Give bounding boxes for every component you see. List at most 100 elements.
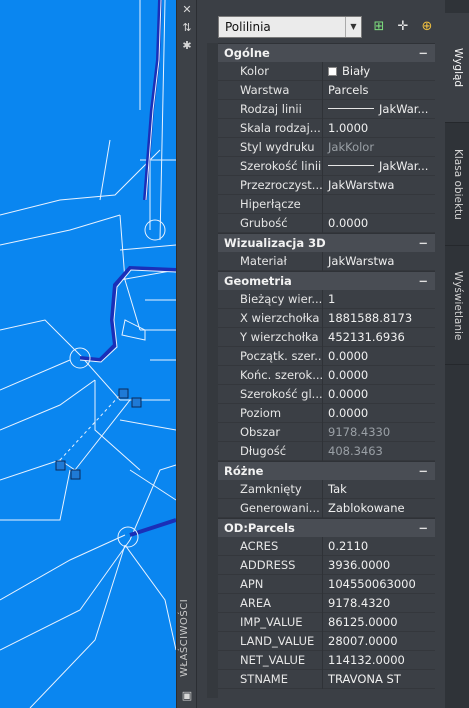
section-header[interactable]: Geometria − bbox=[218, 271, 435, 290]
property-row[interactable]: Bieżący wier... 1 bbox=[218, 290, 435, 309]
pickadd-toggle-icon[interactable]: ⊕ bbox=[418, 18, 436, 36]
tab-appearance[interactable]: Wygląd bbox=[445, 13, 469, 123]
property-name: AREA bbox=[218, 594, 323, 613]
palette-menu-icon[interactable]: ▣ bbox=[181, 690, 193, 702]
property-value[interactable]: 0.0000 bbox=[323, 385, 435, 404]
property-value[interactable]: JakWarstwa bbox=[323, 252, 435, 271]
property-value[interactable]: 3936.0000 bbox=[323, 556, 435, 575]
property-row[interactable]: Hiperłącze bbox=[218, 195, 435, 214]
property-row[interactable]: Skala rodzaj... 1.0000 bbox=[218, 119, 435, 138]
property-value[interactable]: TRAVONA ST bbox=[323, 670, 435, 689]
property-value-text: 0.0000 bbox=[328, 368, 369, 382]
section-header[interactable]: Różne − bbox=[218, 461, 435, 480]
property-row[interactable]: Poziom 0.0000 bbox=[218, 404, 435, 423]
palette-toolbar: Polilinia ▼ ⊞ ✛ ⊕ bbox=[198, 13, 445, 43]
quick-select-icon[interactable]: ⊞ bbox=[370, 18, 388, 36]
property-row[interactable]: Zamknięty Tak bbox=[218, 480, 435, 499]
property-row[interactable]: Y wierzchołka 452131.6936 bbox=[218, 328, 435, 347]
property-value[interactable]: 1.0000 bbox=[323, 119, 435, 138]
property-row[interactable]: X wierzchołka 1881588.8173 bbox=[218, 309, 435, 328]
property-value[interactable]: 0.2110 bbox=[323, 537, 435, 556]
property-value[interactable] bbox=[323, 195, 435, 214]
property-value-text: 408.3463 bbox=[328, 444, 383, 458]
collapse-icon[interactable]: − bbox=[418, 44, 428, 63]
property-name: Warstwa bbox=[218, 81, 323, 100]
property-name: NET_VALUE bbox=[218, 651, 323, 670]
property-row[interactable]: STNAME TRAVONA ST bbox=[218, 670, 435, 689]
property-row[interactable]: ADDRESS 3936.0000 bbox=[218, 556, 435, 575]
palette-titlebar[interactable]: ✕ ⇅ ✱ WŁAŚCIWOŚCI ▣ bbox=[177, 0, 197, 708]
property-value[interactable]: 9178.4320 bbox=[323, 594, 435, 613]
property-row[interactable]: Przezroczyst... JakWarstwa bbox=[218, 176, 435, 195]
section-header[interactable]: Wizualizacja 3D − bbox=[218, 233, 435, 252]
property-row[interactable]: LAND_VALUE 28007.0000 bbox=[218, 632, 435, 651]
property-value[interactable]: 0.0000 bbox=[323, 366, 435, 385]
property-value[interactable]: Zablokowane bbox=[323, 499, 435, 518]
collapse-icon[interactable]: − bbox=[418, 234, 428, 253]
property-row[interactable]: Początk. szer... 0.0000 bbox=[218, 347, 435, 366]
collapse-icon[interactable]: − bbox=[418, 272, 428, 291]
property-value[interactable]: Tak bbox=[323, 480, 435, 499]
property-name: Kolor bbox=[218, 62, 323, 81]
property-row[interactable]: Warstwa Parcels bbox=[218, 81, 435, 100]
property-value[interactable]: 0.0000 bbox=[323, 347, 435, 366]
property-value[interactable]: 0.0000 bbox=[323, 404, 435, 423]
property-value[interactable]: Biały bbox=[323, 62, 435, 81]
property-name: Początk. szer... bbox=[218, 347, 323, 366]
property-row[interactable]: Grubość 0.0000 bbox=[218, 214, 435, 233]
close-icon[interactable]: ✕ bbox=[181, 4, 193, 16]
property-row[interactable]: NET_VALUE 114132.0000 bbox=[218, 651, 435, 670]
section-title: Różne bbox=[224, 464, 264, 478]
property-value[interactable]: 0.0000 bbox=[323, 214, 435, 233]
tab-display[interactable]: Wyświetlanie bbox=[445, 247, 469, 365]
property-grid[interactable]: Ogólne − Kolor Biały Warstwa Parcels Rodzaj li… bbox=[218, 43, 435, 698]
property-value[interactable]: JakWarstwa bbox=[323, 176, 435, 195]
property-row[interactable]: Szerokość gl... 0.0000 bbox=[218, 385, 435, 404]
property-value-text: 86125.0000 bbox=[328, 615, 398, 629]
property-value[interactable]: 1 bbox=[323, 290, 435, 309]
property-value-text: Tak bbox=[328, 482, 347, 496]
property-value[interactable]: 104550063000 bbox=[323, 575, 435, 594]
property-value[interactable]: 86125.0000 bbox=[323, 613, 435, 632]
object-type-dropdown[interactable]: Polilinia ▼ bbox=[218, 16, 362, 38]
property-row[interactable]: AREA 9178.4320 bbox=[218, 594, 435, 613]
property-name: ACRES bbox=[218, 537, 323, 556]
property-row[interactable]: Szerokość linii JakWar... bbox=[218, 157, 435, 176]
property-value-text: JakWar... bbox=[379, 159, 429, 173]
property-value[interactable]: 452131.6936 bbox=[323, 328, 435, 347]
property-row[interactable]: APN 104550063000 bbox=[218, 575, 435, 594]
property-row[interactable]: Długość 408.3463 bbox=[218, 442, 435, 461]
property-value-text: 0.0000 bbox=[328, 349, 369, 363]
property-value[interactable]: 1881588.8173 bbox=[323, 309, 435, 328]
property-value[interactable]: 114132.0000 bbox=[323, 651, 435, 670]
collapse-icon[interactable]: − bbox=[418, 519, 428, 538]
property-row[interactable]: Obszar 9178.4330 bbox=[218, 423, 435, 442]
property-value[interactable]: JakWar... bbox=[323, 157, 435, 176]
property-value-text: 104550063000 bbox=[328, 577, 416, 591]
property-row[interactable]: Kolor Biały bbox=[218, 62, 435, 81]
property-row[interactable]: IMP_VALUE 86125.0000 bbox=[218, 613, 435, 632]
property-name: Rodzaj linii bbox=[218, 100, 323, 119]
property-row[interactable]: Końc. szerok... 0.0000 bbox=[218, 366, 435, 385]
collapse-icon[interactable]: − bbox=[418, 462, 428, 481]
select-objects-icon[interactable]: ✛ bbox=[394, 18, 412, 36]
property-value-text: TRAVONA ST bbox=[328, 672, 401, 686]
property-row[interactable]: Styl wydruku JakKolor bbox=[218, 138, 435, 157]
section-header[interactable]: OD:Parcels − bbox=[218, 518, 435, 537]
section-2: Geometria − Bieżący wier... 1 X wierzchołka 1… bbox=[218, 271, 435, 461]
chevron-down-icon[interactable]: ▼ bbox=[345, 17, 361, 37]
property-row[interactable]: Rodzaj linii JakWar... bbox=[218, 100, 435, 119]
section-header[interactable]: Ogólne − bbox=[218, 43, 435, 62]
autohide-icon[interactable]: ⇅ bbox=[181, 22, 193, 34]
property-value-text: JakWar... bbox=[379, 102, 429, 116]
property-value[interactable]: 28007.0000 bbox=[323, 632, 435, 651]
property-row[interactable]: Generowani... Zablokowane bbox=[218, 499, 435, 518]
property-value[interactable]: JakWar... bbox=[323, 100, 435, 119]
color-swatch-icon bbox=[328, 67, 337, 76]
palette-properties-icon[interactable]: ✱ bbox=[181, 40, 193, 52]
property-value[interactable]: Parcels bbox=[323, 81, 435, 100]
property-value-text: 9178.4330 bbox=[328, 425, 391, 439]
property-row[interactable]: ACRES 0.2110 bbox=[218, 537, 435, 556]
property-row[interactable]: Materiał JakWarstwa bbox=[218, 252, 435, 271]
tab-object-class[interactable]: Klasa obiektu bbox=[445, 124, 469, 246]
